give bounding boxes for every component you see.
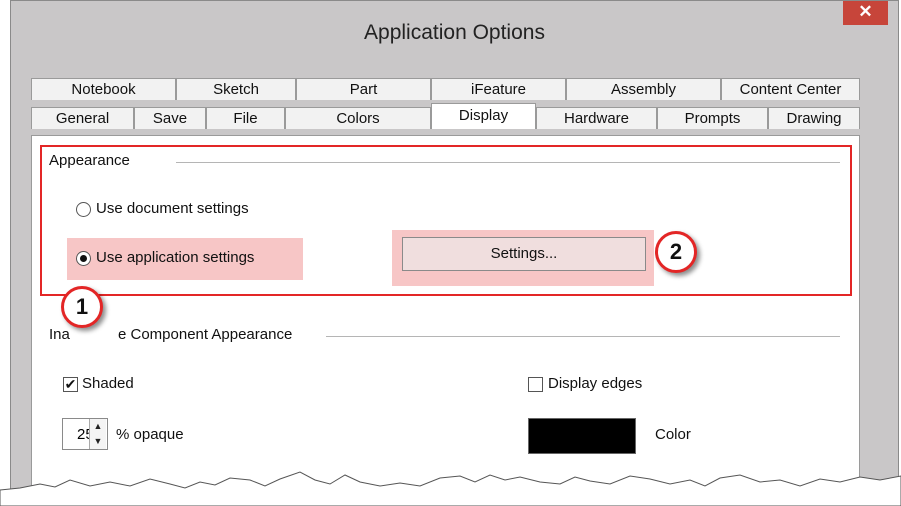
- tab-sketch[interactable]: Sketch: [176, 78, 296, 100]
- appearance-highlight-box: [40, 145, 852, 296]
- opacity-stepper[interactable]: 25 ▲ ▼: [62, 418, 108, 450]
- spin-up-icon[interactable]: ▲: [90, 419, 106, 435]
- close-button[interactable]: ✕: [843, 1, 888, 25]
- inactive-divider: [326, 336, 840, 337]
- tab-colors[interactable]: Colors: [285, 107, 431, 129]
- close-icon: ✕: [858, 2, 873, 21]
- opacity-stepper-buttons: ▲ ▼: [89, 419, 107, 449]
- tab-file[interactable]: File: [206, 107, 285, 129]
- tab-drawing[interactable]: Drawing: [768, 107, 860, 129]
- color-label: Color: [655, 426, 691, 443]
- spin-down-icon[interactable]: ▼: [90, 434, 106, 449]
- shaded-checkbox[interactable]: ✔: [63, 377, 78, 392]
- inactive-group-label-end: e Component Appearance: [118, 326, 293, 343]
- tab-general[interactable]: General: [31, 107, 134, 129]
- title-bar[interactable]: Application Options ✕: [11, 1, 898, 63]
- tab-content-center[interactable]: Content Center: [721, 78, 860, 100]
- color-swatch[interactable]: [528, 418, 636, 454]
- callout-2: 2: [655, 231, 697, 273]
- tab-assembly[interactable]: Assembly: [566, 78, 721, 100]
- tab-notebook[interactable]: Notebook: [31, 78, 176, 100]
- callout-1: 1: [61, 286, 103, 328]
- tab-ifeature[interactable]: iFeature: [431, 78, 566, 100]
- opacity-label: % opaque: [116, 426, 184, 443]
- tab-row-1: Notebook Sketch Part iFeature Assembly C…: [31, 78, 860, 100]
- display-edges-label: Display edges: [548, 375, 643, 392]
- shaded-label: Shaded: [82, 375, 134, 392]
- display-edges-checkbox[interactable]: [528, 377, 543, 392]
- tab-save[interactable]: Save: [134, 107, 206, 129]
- inactive-group-label-start: Ina: [49, 326, 70, 343]
- check-icon: ✔: [64, 376, 77, 392]
- tab-prompts[interactable]: Prompts: [657, 107, 768, 129]
- tab-hardware[interactable]: Hardware: [536, 107, 657, 129]
- tab-part[interactable]: Part: [296, 78, 431, 100]
- tab-display[interactable]: Display: [431, 103, 536, 129]
- window-title: Application Options: [364, 21, 545, 44]
- torn-edge: [0, 471, 901, 506]
- tab-row-2: General Save File Colors Display Hardwar…: [31, 103, 860, 129]
